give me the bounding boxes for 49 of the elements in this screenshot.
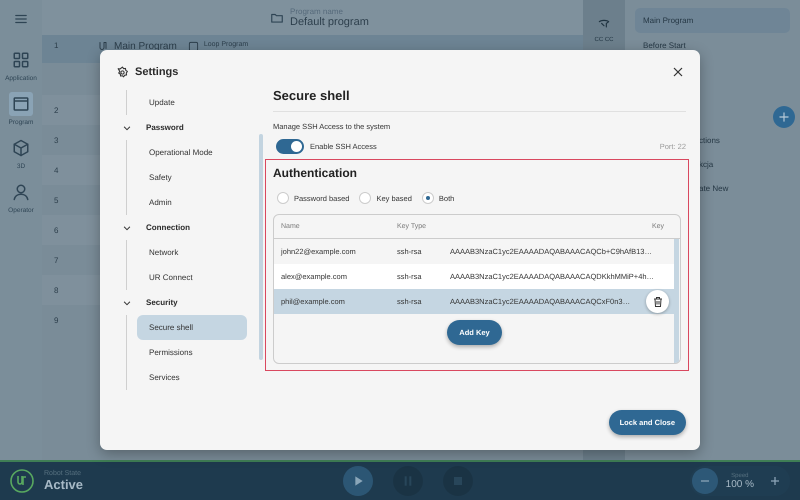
panel-title: Authentication	[273, 166, 358, 180]
plus-icon	[769, 475, 781, 487]
robot-icon	[97, 41, 109, 53]
settings-nav-item[interactable]: Secure shell	[137, 315, 247, 340]
minus-button[interactable]	[692, 468, 718, 494]
program-name: Default program	[290, 16, 369, 28]
line-number: 6	[54, 226, 60, 234]
settings-nav-item[interactable]: Network	[137, 240, 247, 265]
settings-nav-item[interactable]: Admin	[137, 190, 247, 215]
gear-icon	[116, 66, 129, 78]
settings-group[interactable]: Password	[110, 115, 263, 140]
window-icon	[12, 95, 30, 113]
line-number: 4	[54, 166, 60, 174]
line-number: 8	[54, 286, 60, 294]
toggle-switch[interactable]	[276, 139, 304, 154]
program-title: Main Program	[114, 41, 177, 52]
settings-nav-item[interactable]: UR Connect	[137, 265, 247, 290]
radio-button[interactable]	[359, 192, 372, 204]
settings-nav-item[interactable]: Safety	[137, 165, 247, 190]
scrollbar[interactable]	[674, 239, 679, 363]
radio-button[interactable]	[422, 192, 434, 204]
settings-group[interactable]: Security	[110, 290, 263, 315]
robot-logo-icon	[10, 469, 34, 493]
settings-nav-item[interactable]: Services	[137, 365, 247, 390]
cube-icon	[12, 139, 30, 157]
add-button[interactable]	[773, 106, 795, 128]
dialog-title: Settings	[135, 66, 178, 78]
line-number: 2	[54, 106, 60, 114]
settings-nav-item[interactable]: Operational Mode	[137, 140, 247, 165]
delete-button[interactable]	[646, 290, 669, 313]
tree-item[interactable]: Main Program	[635, 8, 790, 33]
section-title: Secure shell	[273, 88, 686, 112]
speed-value: 100 %	[726, 478, 754, 490]
settings-nav-item[interactable]: Update	[137, 90, 247, 115]
line-number: 1	[54, 41, 60, 50]
scrollbar[interactable]	[259, 134, 263, 360]
settings-nav-item[interactable]: Permissions	[137, 340, 247, 365]
close-icon	[672, 66, 684, 78]
settings-group[interactable]: Connection	[110, 215, 263, 240]
tree-item[interactable]: Before Start	[635, 33, 790, 58]
menu-icon	[14, 12, 28, 26]
plus-icon	[777, 110, 791, 124]
grid-icon	[12, 51, 30, 69]
tree-item[interactable]: ctions	[699, 136, 720, 145]
trash-icon	[652, 296, 664, 308]
robot-state: Active	[44, 477, 84, 492]
person-icon	[12, 183, 30, 201]
radio-button[interactable]	[277, 192, 289, 204]
play-button[interactable]	[343, 466, 374, 496]
